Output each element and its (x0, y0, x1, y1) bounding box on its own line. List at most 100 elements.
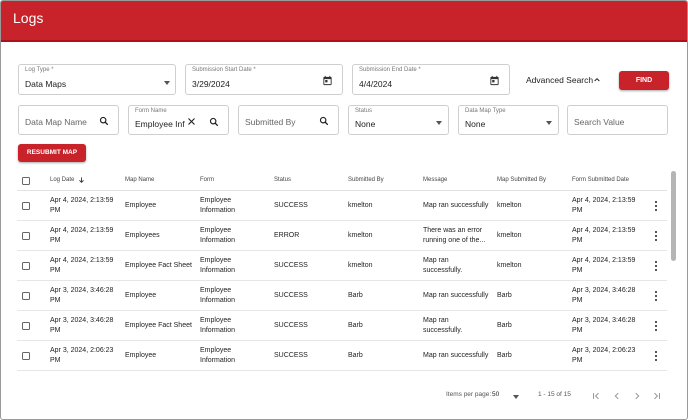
data-map-type-value: None (465, 119, 486, 129)
form-cell: Employee Information (200, 317, 236, 334)
submitted-by-cell: kmelton (348, 232, 373, 239)
col-submitted-by[interactable]: Submitted By (348, 177, 384, 183)
data-map-name-placeholder: Data Map Name (25, 117, 87, 127)
search-icon[interactable] (209, 117, 219, 127)
message-cell: There was an error running one of the... (423, 227, 486, 244)
pagination-range: 1 - 15 of 15 (538, 391, 571, 398)
items-per-page-select[interactable]: 50 (492, 391, 499, 398)
data-map-name-field[interactable]: Data Map Name (18, 105, 119, 135)
logs-table: Log Date Map Name Form Status Submitted … (17, 171, 667, 379)
table-header: Log Date Map Name Form Status Submitted … (17, 171, 667, 191)
chevron-up-icon[interactable] (593, 76, 601, 84)
form-cell: Employee Information (200, 197, 236, 214)
more-vert-icon[interactable] (655, 201, 658, 213)
last-page-icon[interactable] (652, 391, 662, 401)
table-row[interactable]: Apr 4, 2024, 2:13:59 PM Employees Employ… (17, 221, 667, 251)
table-row[interactable]: Apr 3, 2024, 2:06:23 PM Employee Employe… (17, 341, 667, 371)
end-date-field[interactable]: Submission End Date * 4/4/2024 (352, 64, 510, 95)
col-status[interactable]: Status (274, 177, 291, 183)
search-icon[interactable] (99, 116, 109, 126)
row-checkbox[interactable] (22, 322, 30, 330)
form-cell: Employee Information (200, 347, 236, 364)
map-name-cell: Employees (125, 232, 160, 239)
search-value-field[interactable]: Search Value (567, 105, 668, 135)
more-vert-icon[interactable] (655, 351, 658, 363)
start-date-field[interactable]: Submission Start Date * 3/29/2024 (185, 64, 343, 95)
logs-window: Logs Log Type * Data Maps Submission Sta… (0, 0, 688, 420)
close-icon[interactable] (187, 117, 196, 126)
log-date-cell: Apr 3, 2024, 3:46:28 PM (50, 317, 114, 334)
status-cell: SUCCESS (274, 352, 308, 359)
map-name-cell: Employee Fact Sheet (125, 262, 192, 269)
map-name-cell: Employee (125, 202, 157, 209)
row-checkbox[interactable] (22, 292, 30, 300)
row-checkbox[interactable] (22, 232, 30, 240)
map-submitted-by-cell: kmelton (497, 232, 522, 239)
table-scrollbar[interactable] (671, 171, 676, 261)
resubmit-map-button[interactable]: RESUBMIT MAP (18, 144, 86, 162)
items-per-page-label: Items per page: (446, 391, 492, 398)
calendar-icon[interactable] (322, 75, 333, 86)
select-all-checkbox[interactable] (22, 177, 30, 185)
calendar-icon[interactable] (489, 75, 500, 86)
map-name-cell: Employee (125, 352, 157, 359)
form-cell: Employee Information (200, 227, 236, 244)
row-checkbox[interactable] (22, 352, 30, 360)
arrow-down-icon[interactable] (78, 176, 85, 184)
next-page-icon[interactable] (632, 391, 642, 401)
first-page-icon[interactable] (591, 391, 601, 401)
form-name-field[interactable]: Form Name Employee Inf (128, 105, 229, 135)
log-date-cell: Apr 4, 2024, 2:13:59 PM (50, 257, 114, 274)
status-value: None (355, 119, 376, 129)
submitted-by-placeholder: Submitted By (245, 117, 296, 127)
more-vert-icon[interactable] (655, 261, 658, 273)
map-name-cell: Employee Fact Sheet (125, 322, 192, 329)
more-vert-icon[interactable] (655, 321, 658, 333)
message-cell: Map ran successfully (423, 352, 489, 359)
submitted-by-cell: Barb (348, 352, 363, 359)
submitted-by-cell: Barb (348, 292, 363, 299)
col-form-submitted-date[interactable]: Form Submitted Date (572, 177, 629, 183)
submitted-by-cell: Barb (348, 322, 363, 329)
log-type-select[interactable]: Log Type * Data Maps (18, 64, 176, 95)
status-cell: SUCCESS (274, 322, 308, 329)
table-row[interactable]: Apr 4, 2024, 2:13:59 PM Employee Fact Sh… (17, 251, 667, 281)
table-row[interactable]: Apr 4, 2024, 2:13:59 PM Employee Employe… (17, 191, 667, 221)
row-checkbox[interactable] (22, 262, 30, 270)
form-submitted-date-cell: Apr 3, 2024, 3:46:28 PM (572, 287, 636, 304)
col-message[interactable]: Message (423, 177, 447, 183)
map-submitted-by-cell: Barb (497, 352, 512, 359)
col-map-name[interactable]: Map Name (125, 177, 154, 183)
map-submitted-by-cell: kmelton (497, 202, 522, 209)
map-submitted-by-cell: Barb (497, 292, 512, 299)
chevron-down-icon (164, 81, 170, 85)
chevron-down-icon[interactable] (513, 395, 519, 399)
table-row[interactable]: Apr 3, 2024, 3:46:28 PM Employee Fact Sh… (17, 311, 667, 341)
status-cell: SUCCESS (274, 262, 308, 269)
data-map-type-label: Data Map Type (465, 108, 506, 114)
data-map-type-select[interactable]: Data Map Type None (458, 105, 559, 135)
status-select[interactable]: Status None (348, 105, 449, 135)
row-checkbox[interactable] (22, 202, 30, 210)
form-submitted-date-cell: Apr 4, 2024, 2:13:59 PM (572, 227, 636, 244)
header-bar: Logs (1, 1, 687, 42)
end-date-value: 4/4/2024 (359, 79, 393, 89)
advanced-search-toggle[interactable]: Advanced Search (526, 75, 593, 85)
log-date-cell: Apr 3, 2024, 2:06:23 PM (50, 347, 114, 364)
table-row[interactable]: Apr 3, 2024, 3:46:28 PM Employee Employe… (17, 281, 667, 311)
prev-page-icon[interactable] (612, 391, 622, 401)
search-icon[interactable] (319, 116, 329, 126)
chevron-down-icon (436, 121, 442, 125)
col-log-date[interactable]: Log Date (50, 177, 74, 183)
submitted-by-field[interactable]: Submitted By (238, 105, 339, 135)
col-map-submitted-by[interactable]: Map Submitted By (497, 177, 546, 183)
find-button[interactable]: FIND (619, 71, 669, 90)
more-vert-icon[interactable] (655, 291, 658, 303)
status-cell: ERROR (274, 232, 300, 239)
status-cell: SUCCESS (274, 202, 308, 209)
col-form[interactable]: Form (200, 177, 214, 183)
log-date-cell: Apr 3, 2024, 3:46:28 PM (50, 287, 114, 304)
more-vert-icon[interactable] (655, 231, 658, 243)
form-cell: Employee Information (200, 257, 236, 274)
submitted-by-cell: kmelton (348, 262, 373, 269)
